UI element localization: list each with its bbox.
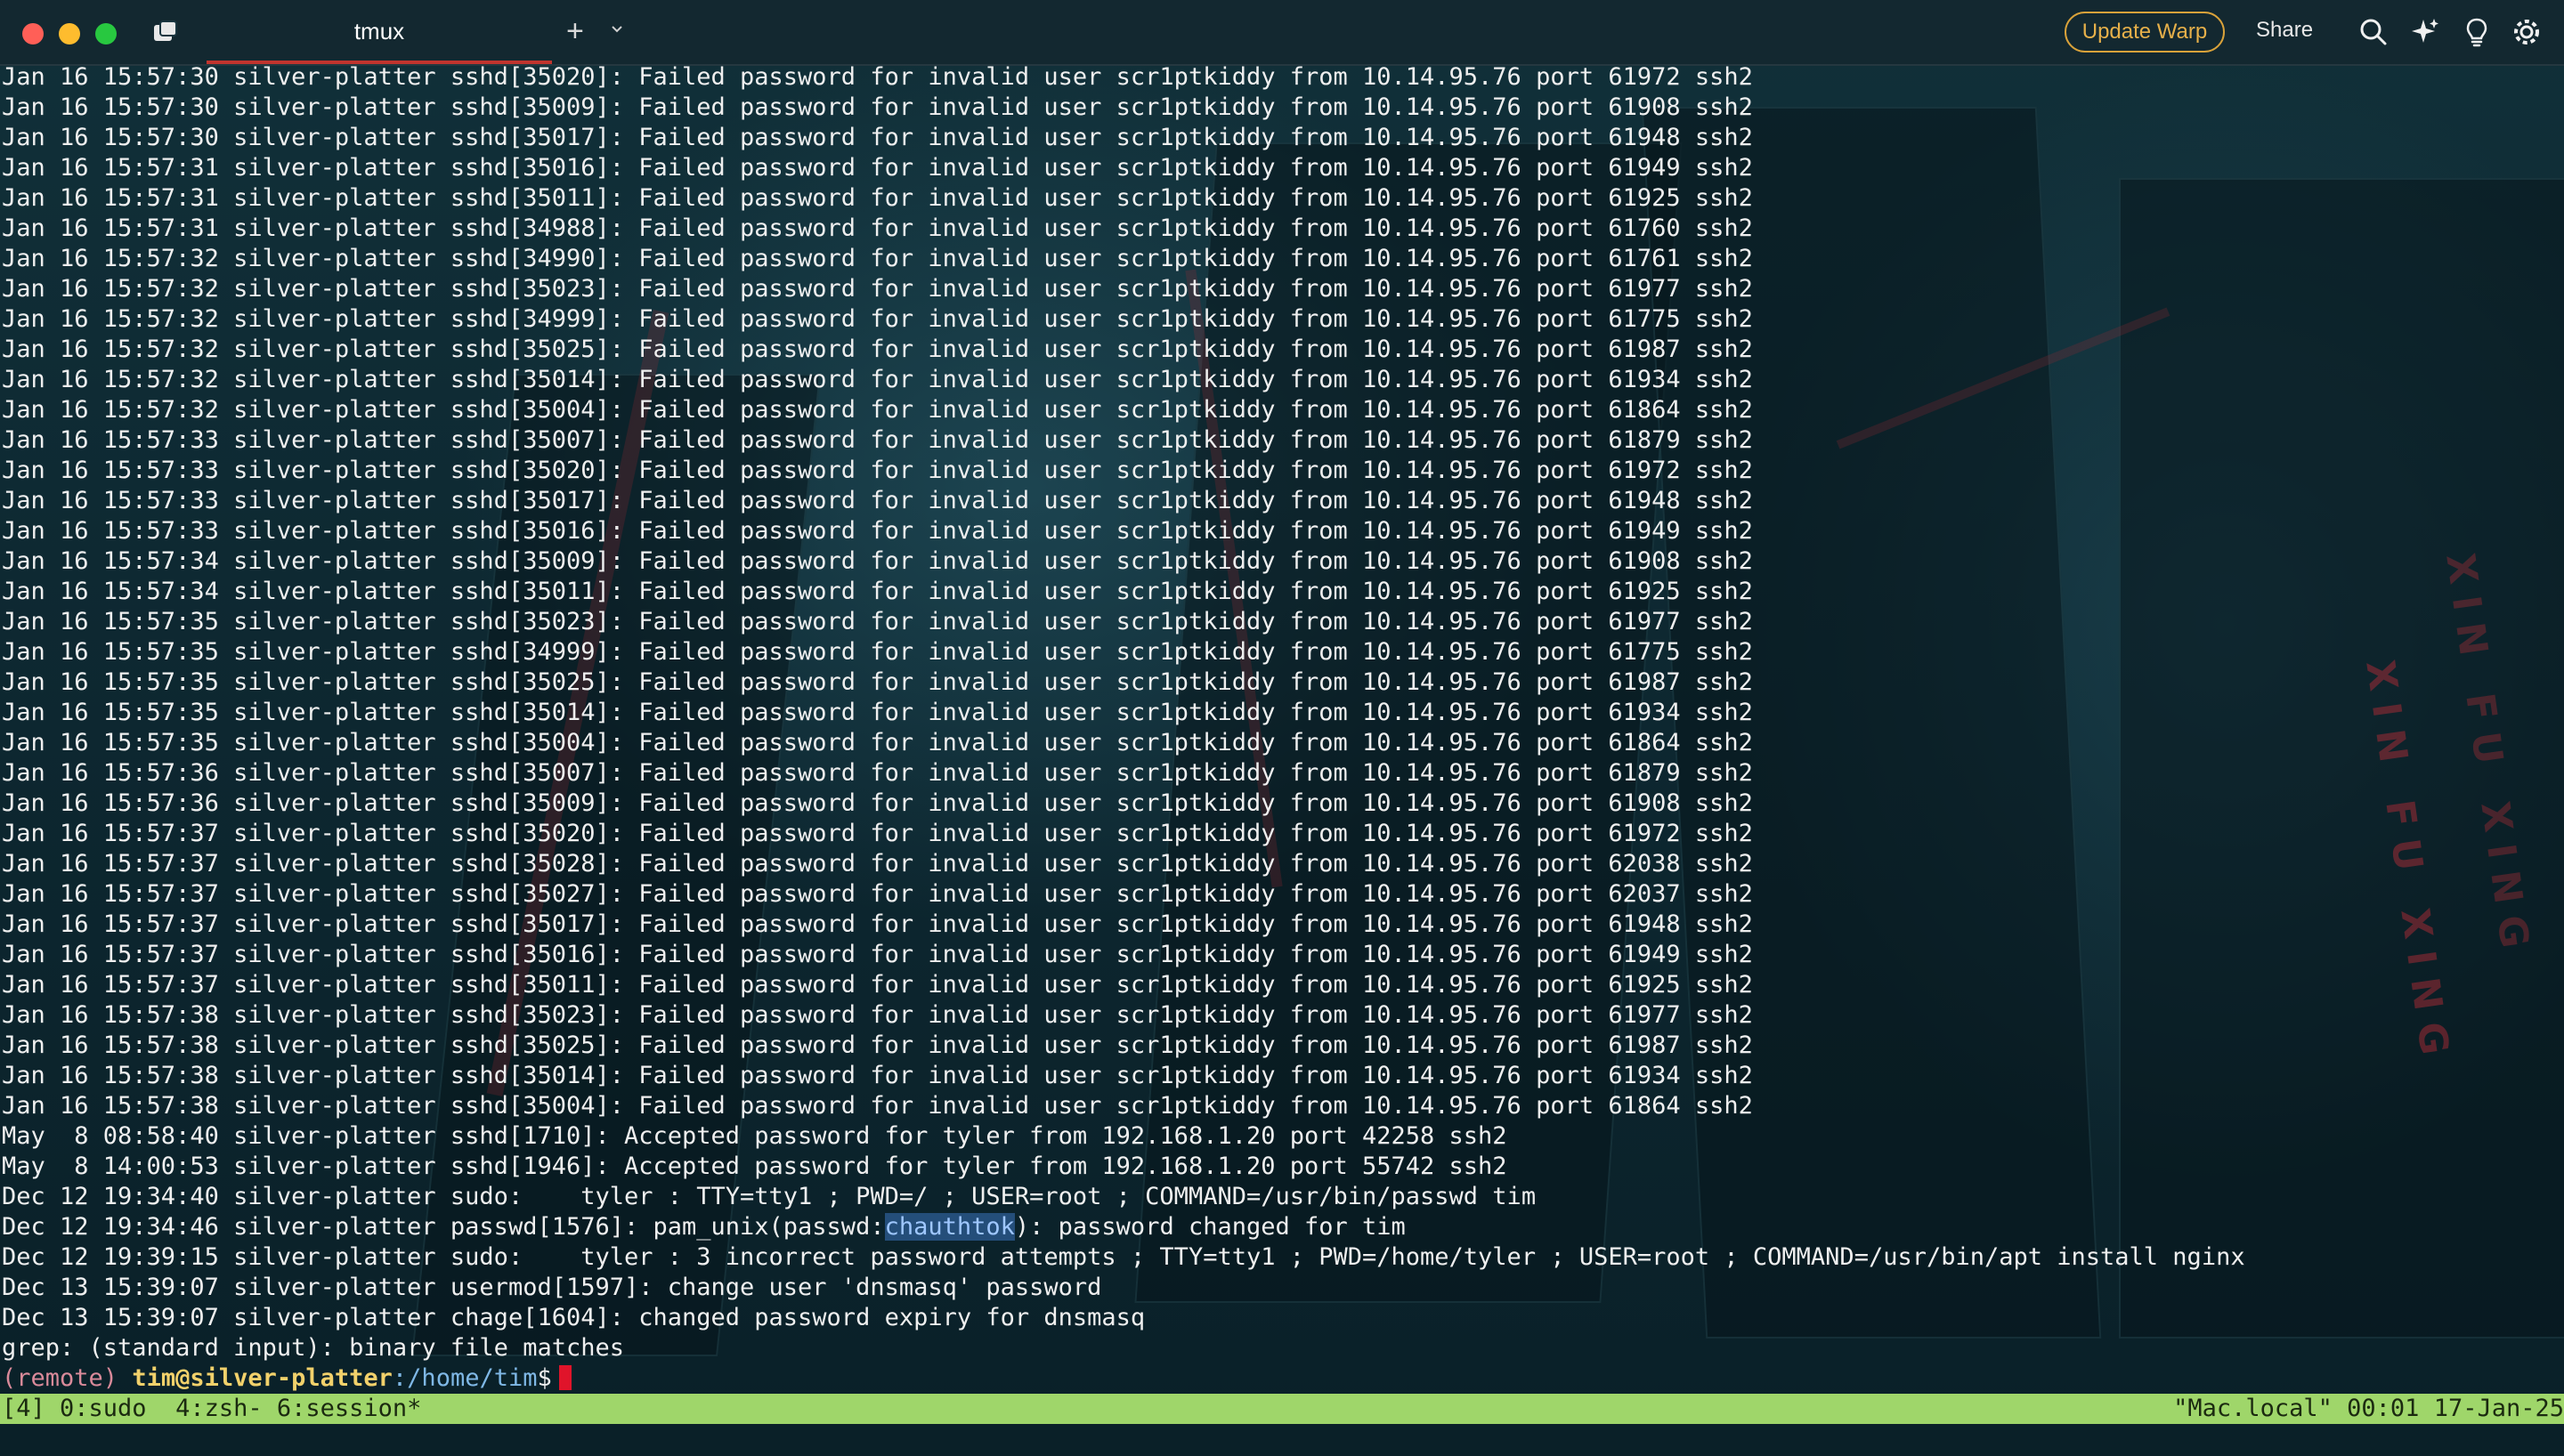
prompt-path: :/home/tim [392, 1364, 538, 1392]
log-line: Jan 16 15:57:30 silver-platter sshd[3500… [2, 93, 1753, 121]
log-line: Jan 16 15:57:30 silver-platter sshd[3502… [2, 63, 1753, 91]
settings-gear-icon[interactable] [2511, 16, 2543, 48]
log-line: Dec 13 15:39:07 silver-platter chage[160… [2, 1304, 1146, 1331]
log-line: Jan 16 15:57:35 silver-platter sshd[3500… [2, 729, 1753, 756]
log-line: Jan 16 15:57:37 silver-platter sshd[3501… [2, 910, 1753, 938]
log-line: Dec 12 19:39:15 silver-platter sudo: tyl… [2, 1243, 2245, 1271]
log-line: grep: (standard input): binary file matc… [2, 1334, 624, 1362]
log-line: Dec 12 19:34:40 silver-platter sudo: tyl… [2, 1183, 1537, 1210]
tmux-host-clock: "Mac.local" 00:01 17-Jan-25 [2173, 1395, 2564, 1422]
log-line: Jan 16 15:57:37 silver-platter sshd[3502… [2, 850, 1753, 878]
log-line: Jan 16 15:57:36 silver-platter sshd[3500… [2, 759, 1753, 787]
log-line: Jan 16 15:57:32 silver-platter sshd[3502… [2, 336, 1753, 363]
log-line: Jan 16 15:57:33 silver-platter sshd[3500… [2, 426, 1753, 454]
log-line: Jan 16 15:57:37 silver-platter sshd[3502… [2, 820, 1753, 847]
log-line: Jan 16 15:57:34 silver-platter sshd[3500… [2, 547, 1753, 575]
log-line: Jan 16 15:57:32 silver-platter sshd[3502… [2, 275, 1753, 303]
active-tab-indicator [207, 61, 552, 64]
command-prompt[interactable]: (remote) tim@silver-platter:/home/tim$ [2, 1363, 2562, 1394]
log-line: Jan 16 15:57:37 silver-platter sshd[3502… [2, 880, 1753, 908]
log-line: Jan 16 15:57:31 silver-platter sshd[3501… [2, 184, 1753, 212]
window-titlebar: tmux + Update Warp Share [0, 0, 2564, 66]
log-line: Jan 16 15:57:33 silver-platter sshd[3501… [2, 517, 1753, 545]
log-line: Jan 16 15:57:35 silver-platter sshd[3501… [2, 699, 1753, 726]
minimize-window-button[interactable] [59, 23, 80, 44]
log-line: Jan 16 15:57:33 silver-platter sshd[3502… [2, 457, 1753, 484]
log-line: Jan 16 15:57:32 silver-platter sshd[3500… [2, 396, 1753, 424]
ai-sparkle-icon[interactable] [2409, 16, 2441, 48]
log-line: May 8 08:58:40 silver-platter sshd[1710]… [2, 1122, 1507, 1150]
close-window-button[interactable] [22, 23, 44, 44]
zoom-window-button[interactable] [95, 23, 117, 44]
log-line: Jan 16 15:57:38 silver-platter sshd[3500… [2, 1092, 1753, 1120]
prompt-remote-tag: (remote) [2, 1364, 118, 1392]
log-line: Jan 16 15:57:36 silver-platter sshd[3500… [2, 789, 1753, 817]
plus-icon[interactable]: + [566, 16, 584, 46]
log-line: Jan 16 15:57:38 silver-platter sshd[3502… [2, 1001, 1753, 1029]
log-line: Jan 16 15:57:31 silver-platter sshd[3501… [2, 154, 1753, 182]
log-line: Jan 16 15:57:34 silver-platter sshd[3501… [2, 578, 1753, 605]
text-cursor [558, 1365, 572, 1390]
terminal-output[interactable]: Jan 16 15:57:30 silver-platter sshd[3502… [2, 62, 2562, 1394]
log-line: Jan 16 15:57:35 silver-platter sshd[3502… [2, 608, 1753, 635]
tmux-window-list[interactable]: [4] 0:sudo 4:zsh- 6:session* [2, 1394, 421, 1424]
log-line: Jan 16 15:57:33 silver-platter sshd[3501… [2, 487, 1753, 514]
log-line: Jan 16 15:57:37 silver-platter sshd[3501… [2, 941, 1753, 968]
log-lines-after: Dec 12 19:39:15 silver-platter sudo: tyl… [2, 1242, 2562, 1363]
tabs-panel-icon[interactable] [151, 20, 180, 44]
log-line: Jan 16 15:57:35 silver-platter sshd[3502… [2, 668, 1753, 696]
search-icon[interactable] [2357, 16, 2390, 48]
tab-label: tmux [353, 18, 405, 44]
log-line: Jan 16 15:57:31 silver-platter sshd[3498… [2, 214, 1753, 242]
log-text: ): password changed for tim [1014, 1213, 1406, 1241]
log-line: May 8 14:00:53 silver-platter sshd[1946]… [2, 1153, 1507, 1180]
log-lines: Jan 16 15:57:30 silver-platter sshd[3502… [2, 62, 2562, 1212]
prompt-symbol: $ [537, 1364, 552, 1392]
share-button[interactable]: Share [2256, 18, 2313, 43]
log-line: Jan 16 15:57:30 silver-platter sshd[3501… [2, 124, 1753, 151]
prompt-user-host: tim@silver-platter [132, 1364, 393, 1392]
log-line: Jan 16 15:57:32 silver-platter sshd[3499… [2, 245, 1753, 272]
update-warp-button[interactable]: Update Warp [2065, 12, 2225, 53]
log-line: Jan 16 15:57:38 silver-platter sshd[3502… [2, 1031, 1753, 1059]
log-text: Dec 12 19:34:46 silver-platter passwd[15… [2, 1213, 885, 1241]
log-line: Jan 16 15:57:35 silver-platter sshd[3499… [2, 638, 1753, 666]
lightbulb-icon[interactable] [2461, 16, 2493, 48]
chevron-down-icon[interactable] [611, 23, 623, 36]
log-line: Jan 16 15:57:37 silver-platter sshd[3501… [2, 971, 1753, 999]
tab-tmux[interactable]: tmux [207, 0, 552, 64]
log-line: Jan 16 15:57:32 silver-platter sshd[3501… [2, 366, 1753, 393]
tmux-status-bar: [4] 0:sudo 4:zsh- 6:session* "Mac.local"… [0, 1394, 2564, 1424]
log-line: Jan 16 15:57:32 silver-platter sshd[3499… [2, 305, 1753, 333]
log-line: Dec 13 15:39:07 silver-platter usermod[1… [2, 1274, 1102, 1301]
selected-text[interactable]: chauthtok [884, 1213, 1015, 1241]
log-line-passwd: Dec 12 19:34:46 silver-platter passwd[15… [2, 1212, 2562, 1242]
log-line: Jan 16 15:57:38 silver-platter sshd[3501… [2, 1062, 1753, 1089]
